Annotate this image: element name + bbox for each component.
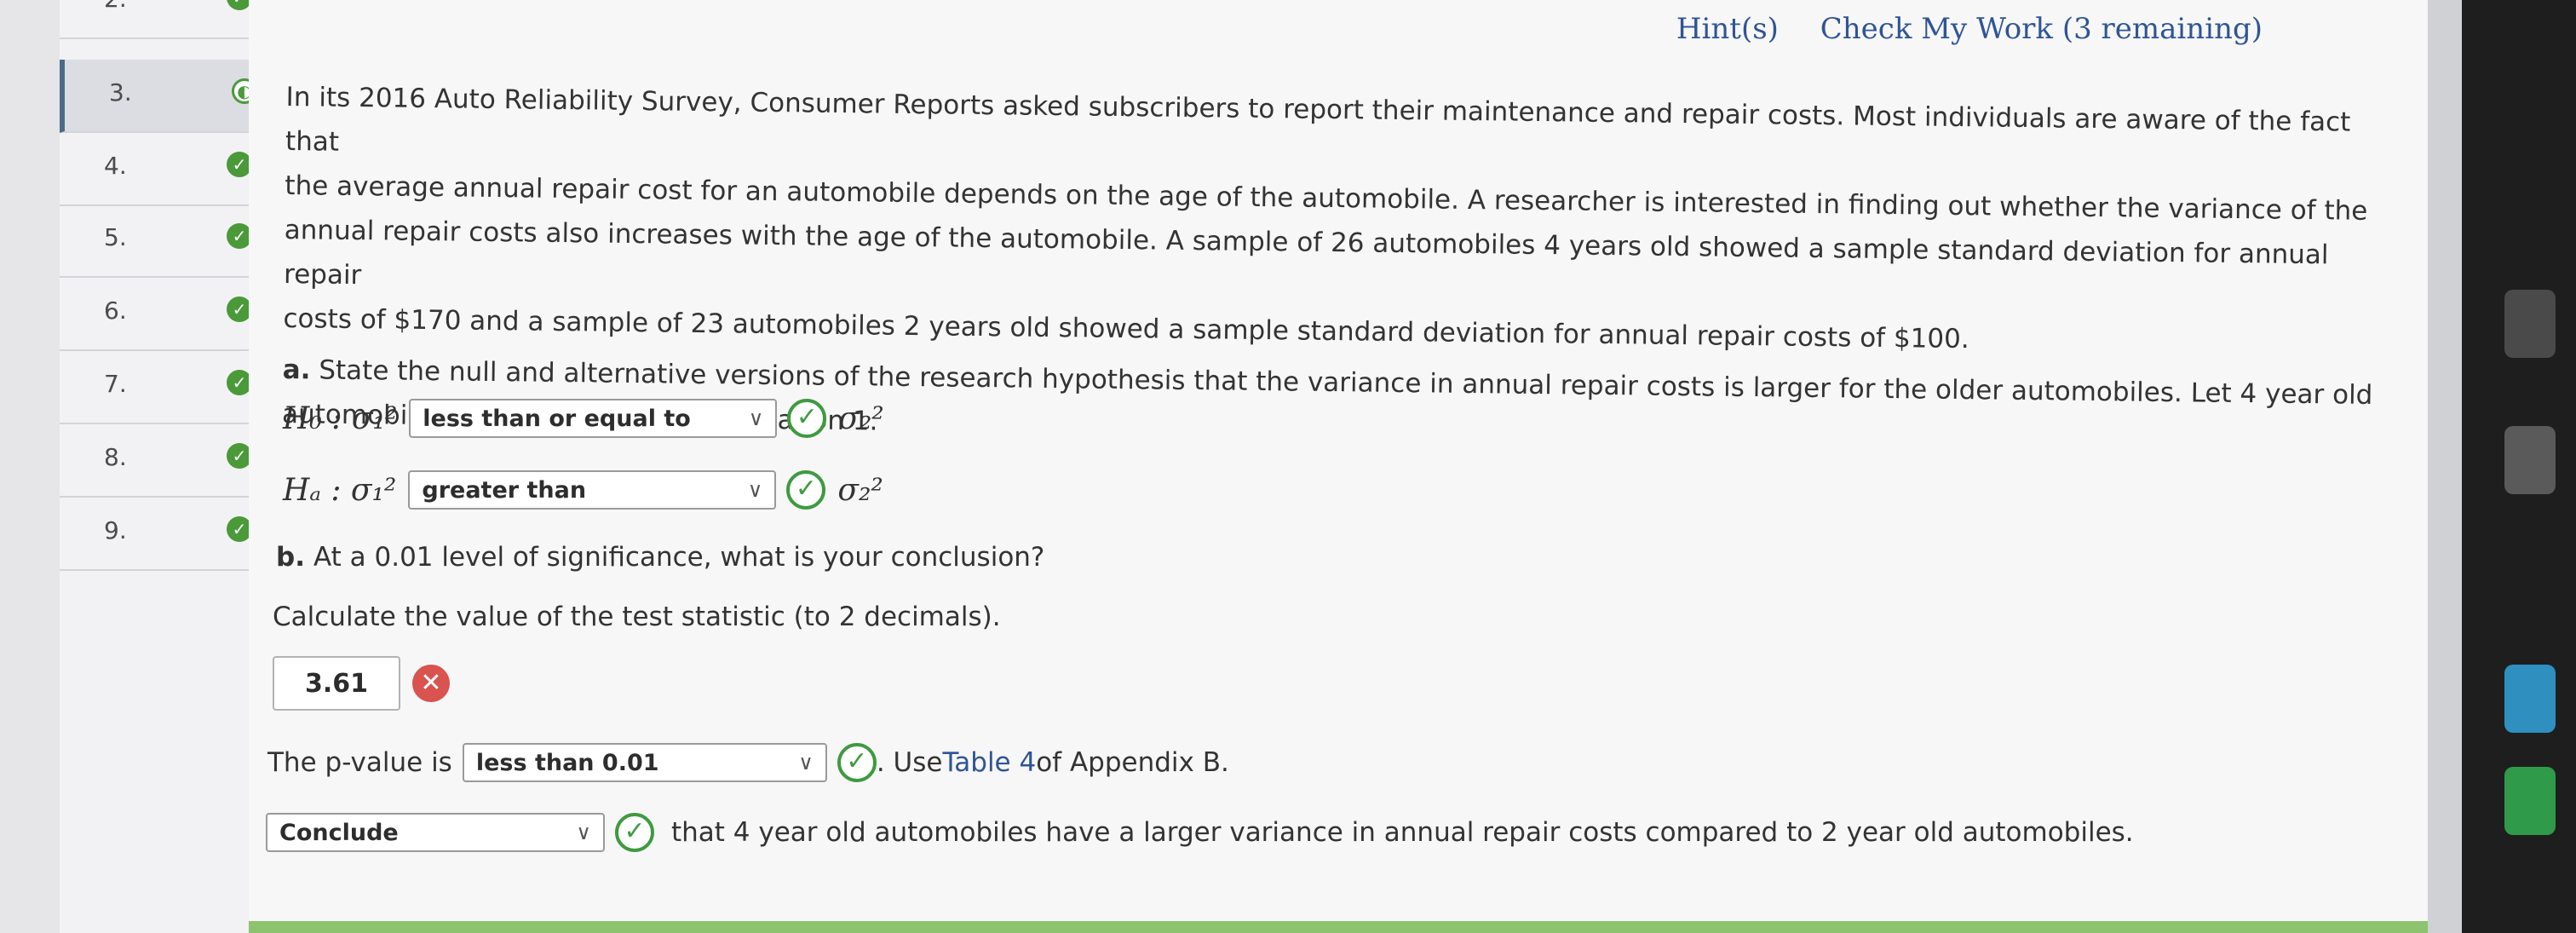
question-panel: Hint(s) Check My Work (3 remaining) In i… (249, 0, 2429, 933)
pvalue-suffix-1: . Use (876, 747, 943, 778)
header-links: Hint(s) Check My Work (3 remaining) (1644, 12, 2263, 46)
calc-instruction: Calculate the value of the test statisti… (273, 602, 1001, 632)
part-a-label: a. (282, 354, 311, 386)
sidebar-item-number: 5. (104, 223, 127, 251)
check-icon: ✓ (615, 813, 654, 852)
sidebar-item-5[interactable]: 5. ✓ (60, 204, 252, 278)
error-x-icon: ✕ (412, 665, 450, 702)
sidebar-item-number: 4. (104, 152, 127, 180)
pvalue-prefix: The p-value is (267, 747, 452, 778)
sidebar-item-number: 3. (109, 78, 132, 107)
sidebar-item-number: 7. (104, 370, 127, 398)
sidebar-item-number: 6. (104, 297, 127, 325)
test-statistic-input[interactable]: 3.61 (273, 656, 400, 711)
decorative-shape (2504, 290, 2556, 358)
chevron-down-icon: ∨ (576, 821, 591, 844)
ha-select[interactable]: greater than ∨ (408, 470, 777, 510)
decorative-shape (2504, 767, 2556, 835)
chevron-down-icon: ∨ (748, 406, 764, 430)
pvalue-row: The p-value is less than 0.01 ∨ ✓ . Use … (267, 743, 1229, 782)
h0-row: H₀ : σ₁² less than or equal to ∨ ✓ σ₂² (283, 399, 884, 438)
check-icon: ✓ (787, 399, 827, 438)
decorative-shape (2504, 426, 2556, 494)
sidebar-item-4[interactable]: 4. ✓ (60, 133, 252, 206)
sidebar-item-9[interactable]: 9. ✓ (60, 498, 252, 571)
conclusion-text: that 4 year old automobiles have a large… (671, 817, 2134, 848)
sidebar-item-2[interactable]: 2. ✓ (60, 0, 252, 39)
test-stat-row: 3.61 ✕ (273, 656, 450, 711)
check-icon: ✓ (786, 470, 826, 510)
pvalue-select[interactable]: less than 0.01 ∨ (462, 743, 827, 782)
part-b-text: At a 0.01 level of significance, what is… (313, 542, 1045, 573)
question-sidebar: 2. ✓ 3. ◐ 4. ✓ 5. ✓ 6. ✓ 7. ✓ 8. ✓ 9. ✓ (60, 0, 257, 933)
h0-select-value: less than or equal to (423, 405, 691, 432)
calc-text: Calculate the value of the test statisti… (273, 602, 1001, 632)
chevron-down-icon: ∨ (798, 751, 814, 775)
pvalue-suffix-2: of Appendix B. (1036, 747, 1229, 778)
sigma2-label: σ₂² (838, 400, 884, 436)
conclusion-row: Conclude ∨ ✓ that 4 year old automobiles… (266, 813, 2134, 852)
bottom-bar (249, 921, 2429, 933)
conclude-select-value: Conclude (279, 819, 399, 846)
ha-row: Hₐ : σ₁² greater than ∨ ✓ σ₂² (283, 470, 883, 510)
h0-select[interactable]: less than or equal to ∨ (409, 399, 778, 438)
ha-select-value: greater than (422, 476, 587, 504)
check-icon: ✓ (837, 743, 877, 782)
hints-link[interactable]: Hint(s) (1676, 12, 1779, 46)
h0-label: H₀ : σ₁² (283, 400, 398, 436)
sidebar-item-7[interactable]: 7. ✓ (60, 351, 252, 424)
sigma2-label: σ₂² (837, 472, 883, 508)
left-gutter (0, 0, 60, 933)
sidebar-item-number: 9. (104, 516, 127, 544)
chevron-down-icon: ∨ (747, 478, 763, 502)
right-strip (2428, 0, 2462, 933)
conclude-select[interactable]: Conclude ∨ (266, 813, 605, 852)
sidebar-item-number: 2. (104, 0, 127, 13)
pvalue-select-value: less than 0.01 (475, 749, 659, 776)
check-my-work-link[interactable]: Check My Work (3 remaining) (1820, 12, 2263, 46)
sidebar-item-3[interactable]: 3. ◐ (60, 60, 257, 133)
ha-label: Hₐ : σ₁² (283, 472, 397, 508)
decorative-shape (2504, 665, 2556, 733)
right-edge-panel (2428, 0, 2576, 933)
sidebar-item-8[interactable]: 8. ✓ (60, 424, 252, 498)
part-b: b. At a 0.01 level of significance, what… (276, 542, 1044, 573)
table-4-link[interactable]: Table 4 (942, 747, 1036, 778)
sidebar-item-6[interactable]: 6. ✓ (60, 278, 252, 351)
part-b-label: b. (276, 542, 305, 573)
sidebar-item-number: 8. (104, 443, 127, 471)
